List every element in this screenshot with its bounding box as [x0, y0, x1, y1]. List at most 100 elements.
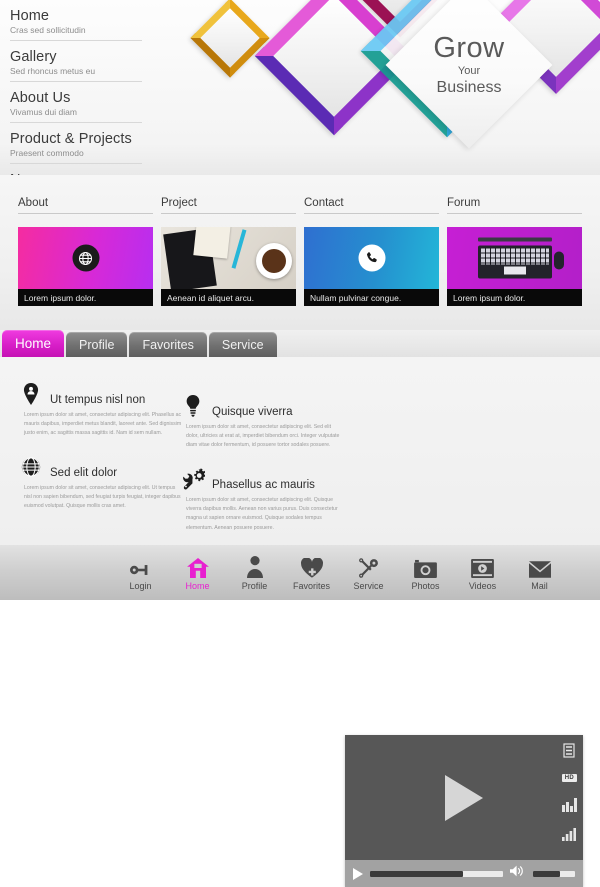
- playlist-icon[interactable]: [563, 743, 575, 758]
- card-project[interactable]: Project Aenean id aliquet arcu.: [161, 197, 296, 306]
- card-about[interactable]: About Lorem ipsum dolor.: [18, 197, 153, 306]
- pen-image: [231, 229, 247, 269]
- card-caption: Lorem ipsum dolor.: [447, 289, 582, 306]
- hero-headline-tertiary: Business: [436, 79, 502, 96]
- envelope-icon: [528, 555, 551, 578]
- menu-item-title: Gallery: [10, 49, 57, 65]
- hero-banner: Grow Your Business Home Cras sed sollici…: [0, 0, 600, 175]
- hero-headline-diamond: Grow Your Business: [385, 0, 553, 149]
- card-media: [161, 227, 296, 289]
- diamond-gold-icon: [190, 0, 270, 78]
- features-section: Ut tempus nisl non Lorem ipsum dolor sit…: [0, 357, 600, 887]
- feature-cards-row: About Lorem ipsum dolor. Project Aenean …: [18, 197, 582, 306]
- feature-phasellus-ac-mauris: Phasellus ac mauris Lorem ipsum dolor si…: [180, 466, 345, 532]
- card-forum[interactable]: Forum Lorem ipsum dolor.: [447, 197, 582, 306]
- tab-profile[interactable]: Profile: [66, 332, 128, 357]
- mouse-image: [553, 251, 564, 270]
- progress-slider[interactable]: [370, 870, 503, 877]
- video-icon: [471, 555, 494, 578]
- equalizer-icon[interactable]: [561, 798, 577, 812]
- features-column-left: Ut tempus nisl non Lorem ipsum dolor sit…: [18, 381, 183, 528]
- map-pin-user-icon: [18, 381, 44, 407]
- feature-sed-elit-dolor: Sed elit dolor Lorem ipsum dolor sit ame…: [18, 454, 183, 511]
- bottom-nav-label: Favorites: [292, 580, 330, 591]
- hero-diamond-artwork: Grow Your Business: [160, 0, 600, 175]
- menu-item-title: Product & Projects: [10, 131, 132, 147]
- video-controls: [345, 860, 583, 887]
- menu-item-product-projects[interactable]: Product & Projects Praesent commodo: [10, 129, 142, 164]
- play-button[interactable]: [353, 867, 363, 880]
- bottom-navigation-bar[interactable]: Login Home Profile Favorites Service Pho…: [0, 545, 600, 600]
- card-heading: Contact: [304, 197, 439, 214]
- feature-title: Phasellus ac mauris: [212, 479, 315, 492]
- hero-headline-secondary: Your: [457, 65, 481, 77]
- card-heading: Project: [161, 197, 296, 214]
- bottom-nav-item-home[interactable]: Home: [169, 555, 226, 591]
- card-caption: Lorem ipsum dolor.: [18, 289, 153, 306]
- lightbulb-icon: [180, 393, 206, 419]
- feature-body: Lorem ipsum dolor sit amet, consectetur …: [186, 424, 340, 449]
- volume-slider[interactable]: [533, 870, 575, 877]
- feature-title: Sed elit dolor: [50, 467, 118, 480]
- hero-headline-primary: Grow: [433, 32, 505, 64]
- card-media: [18, 227, 153, 289]
- webpage-template: Grow Your Business Home Cras sed sollici…: [0, 0, 600, 887]
- sticky-note-image: [193, 227, 231, 259]
- menu-item-gallery[interactable]: Gallery Sed rhoncus metus eu: [10, 47, 142, 82]
- signal-bars-icon[interactable]: [562, 828, 577, 841]
- bottom-nav-label: Photos: [411, 580, 440, 591]
- bottom-nav-item-favorites[interactable]: Favorites: [283, 555, 340, 591]
- card-caption: Nullam pulvinar congue.: [304, 289, 439, 306]
- globe-icon: [18, 454, 44, 480]
- bottom-nav-label: Login: [129, 580, 152, 591]
- features-column-right: Quisque viverra Lorem ipsum dolor sit am…: [180, 393, 345, 549]
- video-player[interactable]: HD: [345, 735, 583, 887]
- feature-cards-section: About Lorem ipsum dolor. Project Aenean …: [0, 175, 600, 330]
- bottom-nav-item-photos[interactable]: Photos: [397, 555, 454, 591]
- card-media: [304, 227, 439, 289]
- feature-body: Lorem ipsum dolor sit amet, consectetur …: [186, 497, 338, 531]
- bottom-nav-item-login[interactable]: Login: [112, 555, 169, 591]
- laptop-image: [477, 237, 564, 279]
- bottom-nav-item-mail[interactable]: Mail: [511, 555, 568, 591]
- bottom-nav-label: Home: [185, 580, 210, 591]
- tab-home[interactable]: Home: [2, 330, 65, 357]
- bottom-nav-label: Mail: [531, 580, 548, 591]
- bottom-nav-item-profile[interactable]: Profile: [226, 555, 283, 591]
- globe-icon: [72, 244, 99, 272]
- home-icon: [186, 555, 209, 578]
- wrench-gear-icon: [180, 466, 206, 492]
- bottom-nav-label: Profile: [241, 580, 268, 591]
- tab-bar: Home Profile Favorites Service: [0, 330, 600, 357]
- card-media: [447, 227, 582, 289]
- menu-item-about-us[interactable]: About Us Vivamus dui diam: [10, 88, 142, 123]
- menu-item-title: About Us: [10, 90, 71, 106]
- card-heading: Forum: [447, 197, 582, 214]
- main-menu[interactable]: Home Cras sed sollicitudin Gallery Sed r…: [0, 0, 150, 175]
- menu-item-home[interactable]: Home Cras sed sollicitudin: [10, 6, 142, 41]
- coffee-cup-image: [256, 243, 292, 279]
- video-screen[interactable]: HD: [345, 735, 583, 860]
- menu-item-subtitle: Praesent commodo: [10, 148, 84, 158]
- phone-icon: [358, 244, 385, 272]
- bottom-nav-item-service[interactable]: Service: [340, 555, 397, 591]
- card-caption: Aenean id aliquet arcu.: [161, 289, 296, 306]
- heart-plus-icon: [300, 555, 323, 578]
- card-heading: About: [18, 197, 153, 214]
- play-button-overlay-icon[interactable]: [445, 774, 483, 821]
- feature-body: Lorem ipsum dolor sit amet, consectetur …: [24, 412, 182, 437]
- menu-item-subtitle: Sed rhoncus metus eu: [10, 66, 96, 76]
- bottom-nav-label: Service: [353, 580, 384, 591]
- menu-item-subtitle: Vivamus dui diam: [10, 107, 77, 117]
- video-side-icons: HD: [561, 743, 577, 841]
- feature-title: Quisque viverra: [212, 406, 293, 418]
- volume-icon[interactable]: [510, 864, 526, 883]
- card-contact[interactable]: Contact Nullam pulvinar congue.: [304, 197, 439, 306]
- menu-item-title: Home: [10, 8, 50, 24]
- bottom-nav-item-videos[interactable]: Videos: [454, 555, 511, 591]
- feature-quisque-viverra: Quisque viverra Lorem ipsum dolor sit am…: [180, 393, 345, 450]
- tab-service[interactable]: Service: [208, 332, 277, 357]
- feature-body: Lorem ipsum dolor sit amet, consectetur …: [24, 485, 181, 510]
- wrench-icon: [358, 555, 380, 578]
- tab-favorites[interactable]: Favorites: [129, 332, 207, 357]
